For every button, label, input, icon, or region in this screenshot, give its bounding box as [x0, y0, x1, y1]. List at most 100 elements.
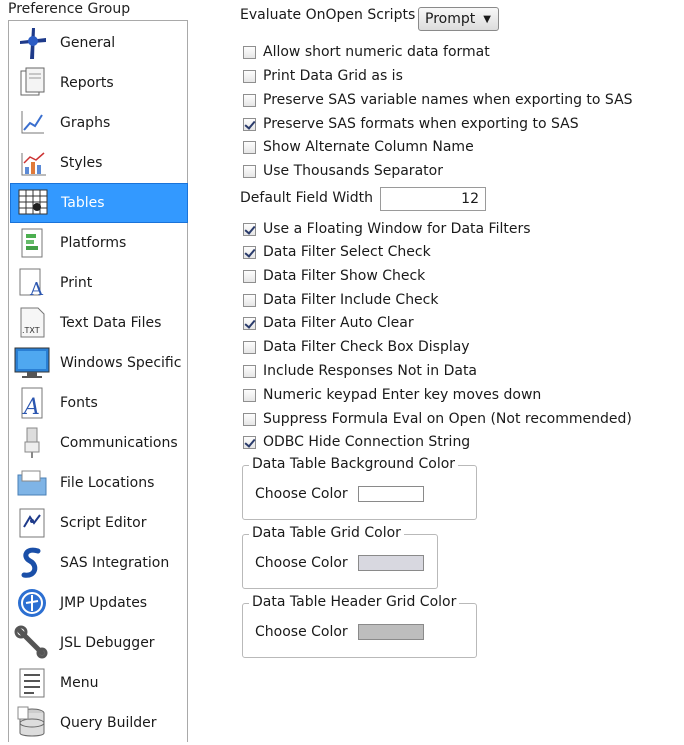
sidebar-item-windows-specific[interactable]: Windows Specific: [10, 343, 188, 383]
preference-group-label: Preference Group: [8, 1, 131, 17]
sidebar-item-label: Platforms: [60, 235, 127, 251]
option-label: ODBC Hide Connection String: [263, 434, 471, 450]
option-label: Data Filter Include Check: [263, 292, 439, 308]
sidebar-item-label: Graphs: [60, 115, 111, 131]
tables-icon: [11, 184, 55, 222]
option-include-responses-not-in-data[interactable]: Include Responses Not in Data: [243, 361, 477, 381]
sidebar-item-query-builder[interactable]: Query Builder: [10, 703, 188, 743]
color-swatch[interactable]: [358, 486, 424, 502]
choose-color-button[interactable]: Choose Color: [255, 624, 348, 640]
chevron-down-icon: ▼: [483, 13, 491, 25]
sidebar-item-jmp-updates[interactable]: JMP Updates: [10, 583, 188, 623]
evaluate-onopen-label: Evaluate OnOpen Scripts: [240, 7, 416, 23]
choose-color-button[interactable]: Choose Color: [255, 486, 348, 502]
grid-color-group: Data Table Grid Color Choose Color: [242, 525, 438, 589]
option-label: Numeric keypad Enter key moves down: [263, 387, 542, 403]
option-label: Data Filter Select Check: [263, 244, 431, 260]
sidebar-item-text-data-files[interactable]: .TXT Text Data Files: [10, 303, 188, 343]
option-data-filter-select-check[interactable]: Data Filter Select Check: [243, 242, 431, 262]
option-label: Preserve SAS variable names when exporti…: [263, 92, 633, 108]
svg-text:A: A: [29, 279, 44, 300]
option-data-filter-include-check[interactable]: Data Filter Include Check: [243, 290, 438, 310]
sidebar-item-reports[interactable]: Reports: [10, 63, 188, 103]
checkbox[interactable]: [243, 316, 256, 330]
checkbox[interactable]: [243, 340, 256, 354]
checkbox[interactable]: [243, 93, 256, 107]
preference-group-list[interactable]: General Reports Graphs Styles Tables Pla…: [8, 20, 188, 742]
option-use-thousands-separator[interactable]: Use Thousands Separator: [243, 161, 443, 181]
sidebar-item-menu[interactable]: Menu: [10, 663, 188, 703]
default-field-width-label: Default Field Width: [240, 190, 374, 206]
checkbox[interactable]: [243, 269, 256, 283]
background-color-group: Data Table Background Color Choose Color: [242, 456, 477, 520]
checkbox[interactable]: [243, 117, 256, 131]
option-numeric-keypad-enter[interactable]: Numeric keypad Enter key moves down: [243, 385, 541, 405]
sidebar-item-sas-integration[interactable]: SAS Integration: [10, 543, 188, 583]
checkbox[interactable]: [243, 245, 256, 259]
sidebar-item-platforms[interactable]: Platforms: [10, 223, 188, 263]
checkbox[interactable]: [243, 388, 256, 402]
sidebar-item-label: File Locations: [60, 475, 155, 491]
sidebar-item-label: Print: [60, 275, 93, 291]
option-label: Print Data Grid as is: [263, 68, 403, 84]
checkbox[interactable]: [243, 140, 256, 154]
sidebar-item-file-locations[interactable]: File Locations: [10, 463, 188, 503]
reports-icon: [10, 64, 54, 102]
platforms-icon: [10, 224, 54, 262]
option-print-data-grid[interactable]: Print Data Grid as is: [243, 66, 403, 86]
evaluate-onopen-value: Prompt: [425, 11, 476, 27]
checkbox[interactable]: [243, 412, 256, 426]
sidebar-item-styles[interactable]: Styles: [10, 143, 188, 183]
sidebar-item-label: Text Data Files: [60, 315, 162, 331]
color-swatch[interactable]: [358, 555, 424, 571]
checkbox[interactable]: [243, 164, 256, 178]
communications-icon: [10, 424, 54, 462]
sidebar-item-jsl-debugger[interactable]: JSL Debugger: [10, 623, 188, 663]
checkbox[interactable]: [243, 222, 256, 236]
checkbox[interactable]: [243, 69, 256, 83]
sidebar-item-tables[interactable]: Tables: [10, 183, 188, 223]
group-legend: Data Table Background Color: [249, 456, 459, 472]
sidebar-item-general[interactable]: General: [10, 23, 188, 63]
checkbox[interactable]: [243, 435, 256, 449]
color-swatch[interactable]: [358, 624, 424, 640]
option-data-filter-check-box-display[interactable]: Data Filter Check Box Display: [243, 337, 470, 357]
general-icon: [10, 24, 54, 62]
evaluate-onopen-dropdown[interactable]: Prompt ▼: [418, 7, 499, 31]
option-data-filter-auto-clear[interactable]: Data Filter Auto Clear: [243, 313, 414, 333]
option-label: Show Alternate Column Name: [263, 139, 474, 155]
option-label: Data Filter Auto Clear: [263, 315, 414, 331]
option-preserve-sas-formats[interactable]: Preserve SAS formats when exporting to S…: [243, 114, 579, 134]
option-show-alternate-column-name[interactable]: Show Alternate Column Name: [243, 137, 474, 157]
option-label: Allow short numeric data format: [263, 44, 490, 60]
group-legend: Data Table Header Grid Color: [249, 594, 460, 610]
jsl-debugger-icon: [10, 624, 54, 662]
sidebar-item-graphs[interactable]: Graphs: [10, 103, 188, 143]
sidebar-item-script-editor[interactable]: Script Editor: [10, 503, 188, 543]
styles-icon: [10, 144, 54, 182]
checkbox[interactable]: [243, 45, 256, 59]
sidebar-item-label: Reports: [60, 75, 114, 91]
checkbox[interactable]: [243, 364, 256, 378]
default-field-width-input[interactable]: 12: [380, 187, 486, 211]
option-floating-window-data-filters[interactable]: Use a Floating Window for Data Filters: [243, 219, 531, 239]
menu-icon: [10, 664, 54, 702]
option-odbc-hide-connection-string[interactable]: ODBC Hide Connection String: [243, 432, 470, 452]
sas-integration-icon: [10, 544, 54, 582]
option-label: Data Filter Show Check: [263, 268, 426, 284]
choose-color-button[interactable]: Choose Color: [255, 555, 348, 571]
svg-text:.TXT: .TXT: [22, 326, 40, 335]
sidebar-item-label: Menu: [60, 675, 99, 691]
text-data-files-icon: .TXT: [10, 304, 54, 342]
group-legend: Data Table Grid Color: [249, 525, 404, 541]
checkbox[interactable]: [243, 293, 256, 307]
option-allow-short-numeric[interactable]: Allow short numeric data format: [243, 42, 490, 62]
sidebar-item-label: Fonts: [60, 395, 98, 411]
option-suppress-formula-eval[interactable]: Suppress Formula Eval on Open (Not recom…: [243, 409, 632, 429]
sidebar-item-print[interactable]: A Print: [10, 263, 188, 303]
query-builder-icon: [10, 704, 54, 742]
option-data-filter-show-check[interactable]: Data Filter Show Check: [243, 266, 425, 286]
option-preserve-sas-names[interactable]: Preserve SAS variable names when exporti…: [243, 90, 633, 110]
sidebar-item-fonts[interactable]: A Fonts: [10, 383, 188, 423]
sidebar-item-communications[interactable]: Communications: [10, 423, 188, 463]
